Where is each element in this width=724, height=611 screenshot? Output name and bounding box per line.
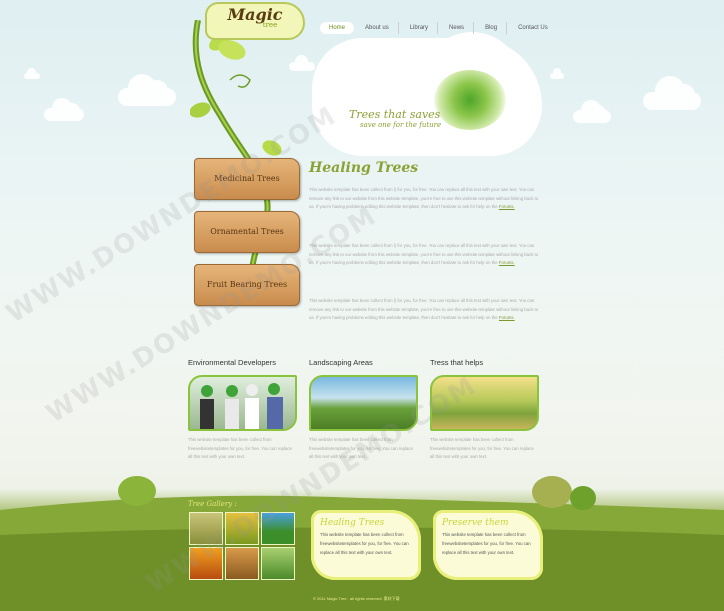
tree-image [118, 476, 156, 506]
nav-item-news[interactable]: News [440, 22, 475, 34]
column-text: This website template has been collect f… [430, 437, 534, 459]
developers-photo[interactable] [188, 375, 297, 431]
board-ornamental-trees[interactable]: Ornamental Trees [194, 211, 300, 253]
forums-link[interactable]: Forums. [499, 315, 515, 320]
cloud [24, 68, 40, 79]
note-text: This website template has been collect f… [442, 532, 531, 555]
footer-copyright: © 2011 Magic Tree . all rights reserved.… [313, 596, 400, 601]
forums-link[interactable]: Forums. [499, 260, 515, 265]
column-title-developers: Environmental Developers [188, 358, 276, 367]
info-note-preserve: Preserve them This website template has … [433, 510, 543, 580]
content-paragraph: This website template has been collect f… [309, 298, 539, 321]
note-title: Healing Trees [320, 518, 385, 528]
tree-image [532, 476, 572, 508]
site-logo[interactable]: Magic tree [205, 2, 305, 40]
nav-item-library[interactable]: Library [401, 22, 439, 34]
info-note-healing: Healing Trees This website template has … [311, 510, 421, 580]
forums-link[interactable]: Forums. [499, 204, 515, 209]
cloud [643, 76, 701, 110]
cloud [118, 74, 176, 106]
note-title: Preserve them [442, 518, 509, 528]
tree-globe-image [434, 70, 506, 130]
hero-slogan: Trees that saves [349, 108, 441, 121]
column-text: This website template has been collect f… [188, 437, 292, 459]
hero-cloud [312, 32, 542, 156]
cloud [550, 68, 564, 79]
gallery-title: Tree Gallery : [188, 500, 237, 508]
column-title-trees: Tress that helps [430, 358, 484, 367]
content-paragraph: This website template has been collect f… [309, 187, 539, 210]
note-text: This website template has been collect f… [320, 532, 409, 555]
tree-image [570, 486, 596, 510]
cloud [44, 98, 84, 121]
gallery-thumbnail[interactable] [261, 547, 295, 580]
nav-item-about[interactable]: About us [356, 22, 399, 34]
page-title: Healing Trees [309, 160, 419, 176]
hero-subslogan: save one for the future [360, 121, 442, 129]
nav-item-contact[interactable]: Contact Us [509, 22, 557, 34]
nav-item-home[interactable]: Home [320, 22, 355, 34]
column-title-landscaping: Landscaping Areas [309, 358, 373, 367]
cloud [573, 100, 611, 123]
nav-item-blog[interactable]: Blog [476, 22, 508, 34]
main-nav: Home About us Library News Blog Contact … [320, 22, 559, 34]
